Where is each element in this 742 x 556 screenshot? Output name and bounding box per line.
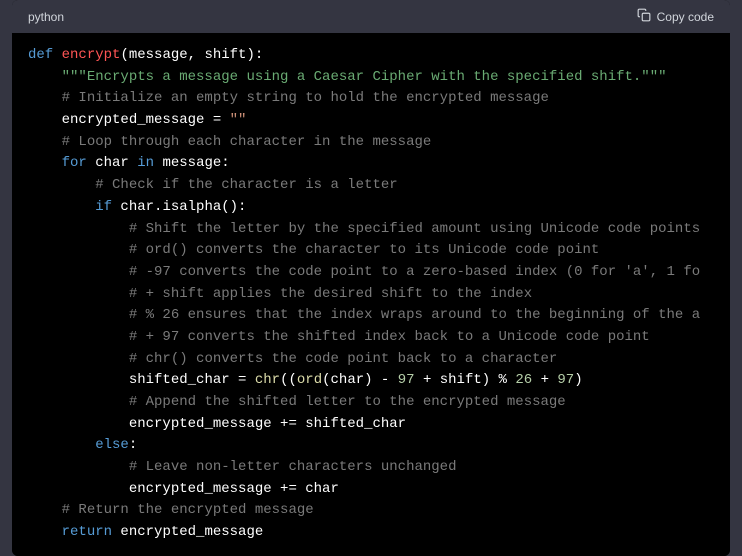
code-text: +: [532, 372, 557, 388]
keyword-in: in: [137, 155, 154, 171]
comment: # ord() converts the character to its Un…: [129, 242, 599, 258]
code-text: (message, shift):: [120, 47, 263, 63]
comment: # % 26 ensures that the index wraps arou…: [129, 307, 700, 323]
number: 97: [557, 372, 574, 388]
code-text: encrypted_message =: [62, 112, 230, 128]
keyword-for: for: [62, 155, 87, 171]
comment: # Leave non-letter characters unchanged: [129, 459, 457, 475]
code-block: python Copy code def encrypt(message, sh…: [12, 0, 730, 556]
keyword-return: return: [62, 524, 112, 540]
code-content[interactable]: def encrypt(message, shift): """Encrypts…: [12, 33, 730, 556]
code-text: encrypted_message: [112, 524, 263, 540]
number: 26: [515, 372, 532, 388]
clipboard-icon: [637, 8, 651, 25]
comment: # Shift the letter by the specified amou…: [129, 221, 700, 237]
language-label: python: [28, 10, 64, 24]
code-text: encrypted_message += shifted_char: [129, 416, 406, 432]
keyword-def: def: [28, 47, 53, 63]
comment: # Loop through each character in the mes…: [62, 134, 432, 150]
comment: # Return the encrypted message: [62, 502, 314, 518]
docstring: """Encrypts a message using a Caesar Cip…: [62, 69, 667, 85]
keyword-else: else: [95, 437, 129, 453]
code-text: + shift) %: [415, 372, 516, 388]
code-text: :: [129, 437, 137, 453]
comment: # -97 converts the code point to a zero-…: [129, 264, 700, 280]
comment: # + 97 converts the shifted index back t…: [129, 329, 650, 345]
code-text: encrypted_message += char: [129, 481, 339, 497]
string-literal: "": [230, 112, 247, 128]
function-name: encrypt: [62, 47, 121, 63]
code-text: ((: [280, 372, 297, 388]
builtin-chr: chr: [255, 372, 280, 388]
code-text: char: [87, 155, 137, 171]
code-text: char.isalpha():: [112, 199, 246, 215]
comment: # Initialize an empty string to hold the…: [62, 90, 549, 106]
code-text: (char) -: [322, 372, 398, 388]
copy-code-button[interactable]: Copy code: [637, 8, 714, 25]
comment: # chr() converts the code point back to …: [129, 351, 557, 367]
number: 97: [398, 372, 415, 388]
code-text: ): [574, 372, 582, 388]
keyword-if: if: [95, 199, 112, 215]
copy-code-label: Copy code: [657, 10, 714, 24]
code-text: message:: [154, 155, 230, 171]
comment: # Append the shifted letter to the encry…: [129, 394, 566, 410]
comment: # Check if the character is a letter: [95, 177, 397, 193]
code-text: shifted_char =: [129, 372, 255, 388]
comment: # + shift applies the desired shift to t…: [129, 286, 532, 302]
builtin-ord: ord: [297, 372, 322, 388]
code-header: python Copy code: [12, 0, 730, 33]
